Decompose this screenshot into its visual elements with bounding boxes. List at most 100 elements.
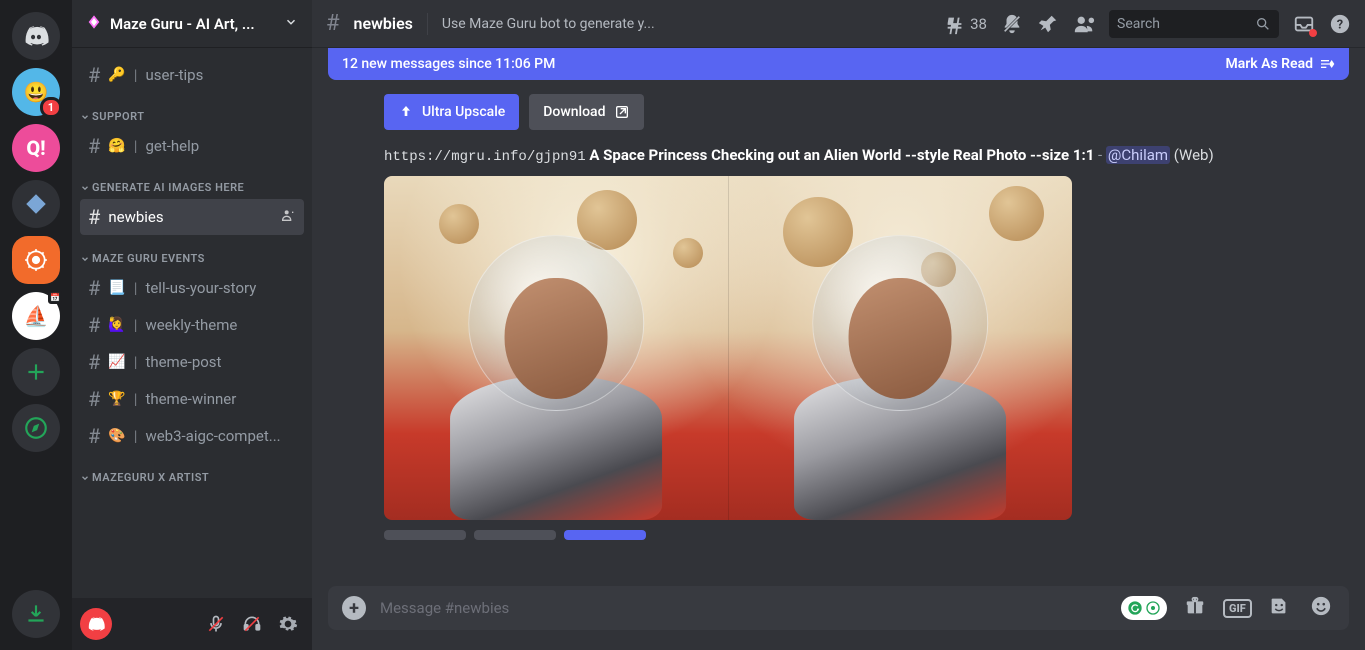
svg-text:?: ? (1337, 17, 1343, 32)
hash-icon: # (88, 134, 100, 158)
hash-icon: # (88, 63, 100, 87)
category-label: GENERATE AI IMAGES HERE (92, 181, 244, 194)
search-placeholder: Search (1117, 16, 1160, 32)
art-icon: 🎨 (108, 428, 125, 444)
hash-icon: # (88, 350, 100, 374)
help-button[interactable]: ? (1329, 13, 1351, 35)
hash-icon: # (88, 387, 100, 411)
new-messages-bar[interactable]: 12 new messages since 11:06 PM Mark As R… (328, 48, 1349, 80)
category-generate[interactable]: GENERATE AI IMAGES HERE (72, 165, 312, 198)
category-label: MAZEGURU X ARTIST (92, 471, 209, 484)
search-input[interactable]: Search (1109, 10, 1279, 38)
category-label: MAZE GURU EVENTS (92, 252, 205, 265)
gif-button[interactable]: GIF (1223, 600, 1251, 616)
channel-get-help[interactable]: # 🤗 | get-help (80, 128, 304, 164)
server-icon-active[interactable] (12, 236, 60, 284)
channel-newbies[interactable]: # newbies (80, 199, 304, 235)
deafen-button[interactable] (236, 608, 268, 640)
inbox-button[interactable] (1293, 13, 1315, 35)
category-label: SUPPORT (92, 110, 145, 123)
user-panel (72, 598, 312, 650)
member-list-button[interactable] (1073, 13, 1095, 35)
notification-settings-button[interactable] (1001, 13, 1023, 35)
add-server-button[interactable] (12, 348, 60, 396)
page-icon: 📃 (108, 280, 125, 296)
user-avatar[interactable] (80, 608, 112, 640)
grammarly-pill[interactable] (1121, 596, 1167, 620)
channel-list: # 🔑 | user-tips SUPPORT # 🤗 | get-help G… (72, 48, 312, 598)
threads-button[interactable]: 38 (944, 13, 987, 35)
hug-icon: 🤗 (108, 138, 125, 154)
image-attachment[interactable] (384, 176, 1072, 520)
channel-user-tips[interactable]: # 🔑 | user-tips (80, 57, 304, 93)
explore-button[interactable] (12, 404, 60, 452)
attach-button[interactable]: + (342, 596, 366, 620)
hash-icon: # (88, 313, 100, 337)
category-artist[interactable]: MAZEGURU X ARTIST (72, 455, 312, 488)
download-apps-button[interactable] (12, 590, 60, 638)
channel-header: # newbies Use Maze Guru bot to generate … (312, 0, 1365, 48)
channel-theme-winner[interactable]: # 🏆 | theme-winner (80, 381, 304, 417)
trophy-icon: 🏆 (108, 391, 125, 407)
channel-label: tell-us-your-story (145, 279, 296, 297)
channel-tell-story[interactable]: # 📃 | tell-us-your-story (80, 270, 304, 306)
hash-icon: # (88, 205, 100, 229)
message-text: https://mgru.info/gjpn91 A Space Princes… (384, 144, 1349, 168)
discord-home-icon[interactable] (12, 12, 60, 60)
ultra-upscale-button[interactable]: Ultra Upscale (384, 94, 519, 130)
action-chip[interactable] (384, 530, 466, 540)
channel-name: newbies (354, 14, 413, 33)
boost-icon (86, 14, 102, 34)
pinned-messages-button[interactable] (1037, 13, 1059, 35)
action-chip[interactable] (474, 530, 556, 540)
chevron-down-icon (284, 14, 298, 33)
server-icon-5[interactable]: ⛵ 📅 (12, 292, 60, 340)
channel-label: web3-aigc-compet... (145, 427, 296, 445)
channel-weekly-theme[interactable]: # 🙋‍♀️ | weekly-theme (80, 307, 304, 343)
compose-area: + Message #newbies GIF (312, 586, 1365, 650)
channel-web3-aigc[interactable]: # 🎨 | web3-aigc-compet... (80, 418, 304, 454)
hash-icon: # (88, 424, 100, 448)
channel-label: theme-winner (145, 390, 296, 408)
mute-mic-button[interactable] (200, 608, 232, 640)
user-mention[interactable]: @Chilam (1106, 146, 1170, 164)
emoji-button[interactable] (1307, 595, 1335, 621)
channel-label: get-help (145, 137, 296, 155)
channel-label: newbies (108, 208, 274, 226)
gift-button[interactable] (1181, 595, 1209, 621)
hash-icon: # (326, 11, 340, 36)
thread-count: 38 (970, 15, 987, 33)
channel-sidebar: Maze Guru - AI Art, ... # 🔑 | user-tips … (72, 0, 312, 650)
server-icon-1[interactable]: 😃 1 (12, 68, 60, 116)
notification-badge: 1 (40, 97, 62, 118)
key-icon: 🔑 (108, 67, 125, 83)
message-placeholder: Message #newbies (380, 599, 1107, 617)
channel-label: weekly-theme (145, 316, 296, 334)
mark-as-read-button[interactable]: Mark As Read (1225, 56, 1335, 72)
new-messages-text: 12 new messages since 11:06 PM (342, 56, 555, 72)
message-input[interactable]: + Message #newbies GIF (328, 586, 1349, 630)
server-icon-2[interactable]: Q! (12, 124, 60, 172)
channel-label: user-tips (145, 66, 296, 84)
server-header[interactable]: Maze Guru - AI Art, ... (72, 0, 312, 48)
chart-icon: 📈 (108, 354, 125, 370)
hash-icon: # (88, 276, 100, 300)
main-area: # newbies Use Maze Guru bot to generate … (312, 0, 1365, 650)
create-invite-icon[interactable] (280, 207, 296, 227)
sticker-button[interactable] (1265, 595, 1293, 621)
channel-label: theme-post (145, 353, 296, 371)
search-icon (1255, 16, 1271, 32)
server-title: Maze Guru - AI Art, ... (110, 15, 276, 33)
raise-hand-icon: 🙋‍♀️ (108, 317, 125, 333)
server-rail: 😃 1 Q! ⛵ 📅 (0, 0, 72, 650)
message-url[interactable]: https://mgru.info/gjpn91 (384, 149, 586, 165)
action-chips (384, 530, 1349, 540)
settings-button[interactable] (272, 608, 304, 640)
server-icon-3[interactable] (12, 180, 60, 228)
category-support[interactable]: SUPPORT (72, 94, 312, 127)
category-events[interactable]: MAZE GURU EVENTS (72, 236, 312, 269)
action-chip[interactable] (564, 530, 646, 540)
channel-topic[interactable]: Use Maze Guru bot to generate y... (442, 16, 655, 32)
download-button[interactable]: Download (529, 94, 643, 130)
channel-theme-post[interactable]: # 📈 | theme-post (80, 344, 304, 380)
